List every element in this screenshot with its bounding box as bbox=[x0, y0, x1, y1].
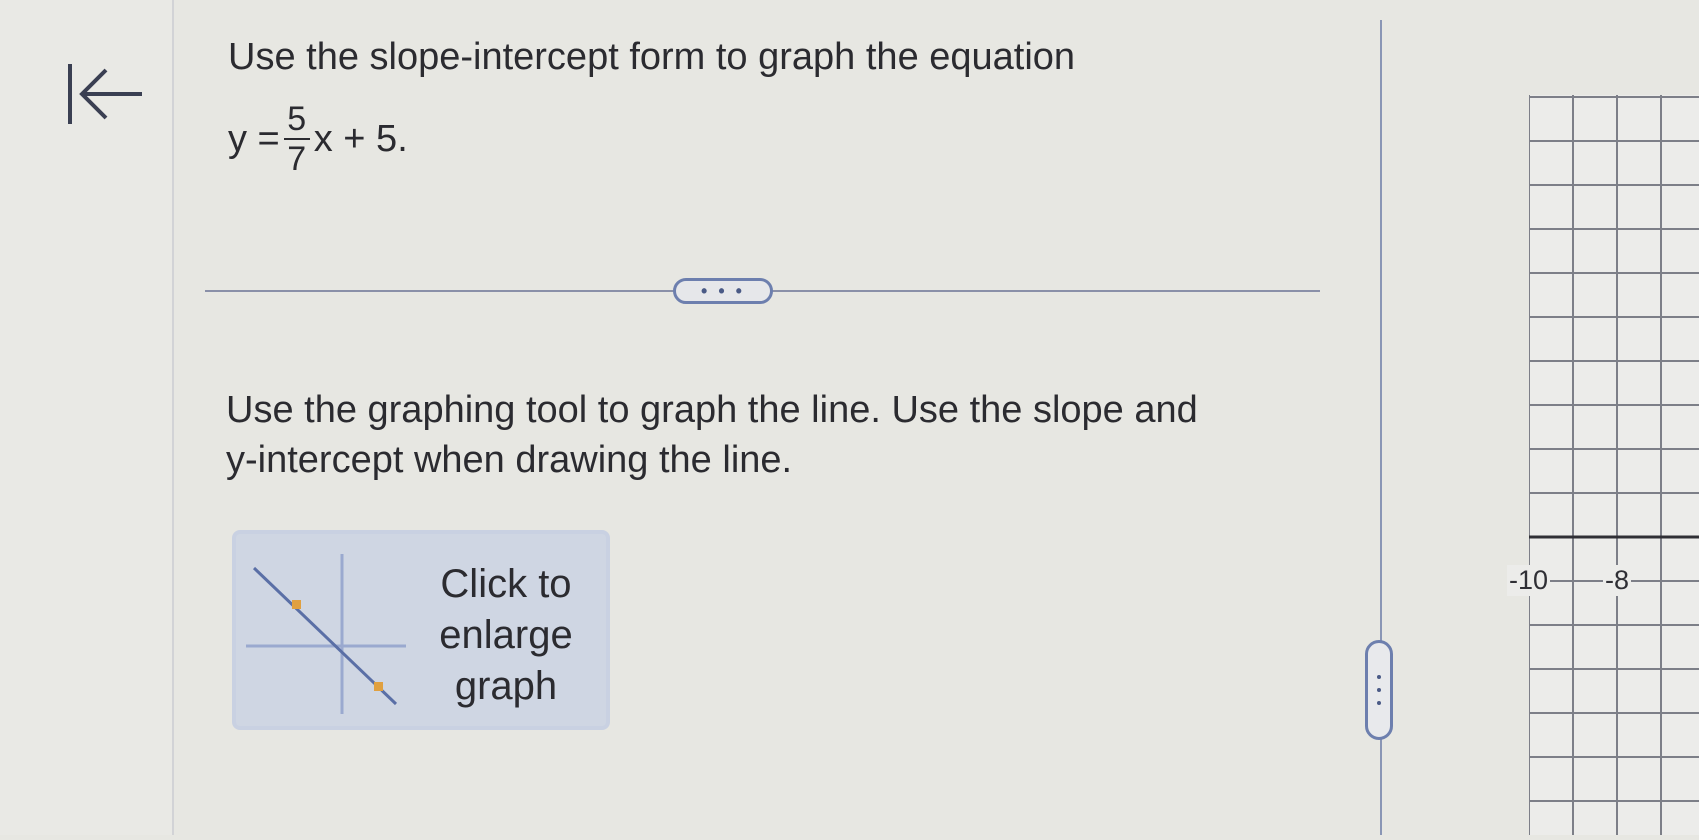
graph-panel[interactable]: -10 -8 bbox=[1507, 95, 1699, 835]
fraction-denominator: 7 bbox=[287, 140, 307, 178]
back-to-start-button[interactable] bbox=[64, 62, 146, 126]
enlarge-label-line-2: enlarge bbox=[439, 613, 573, 657]
slope-fraction: 5 7 bbox=[283, 100, 310, 178]
enlarge-graph-button[interactable]: Click to enlarge graph bbox=[232, 530, 610, 730]
x-tick-label: -10 bbox=[1507, 565, 1551, 596]
x-tick-label: -8 bbox=[1603, 565, 1632, 596]
equation-lhs: y = bbox=[228, 117, 280, 160]
equation-rhs: x + 5. bbox=[313, 117, 408, 160]
enlarge-label-line-1: Click to bbox=[440, 562, 572, 606]
enlarge-label-line-3: graph bbox=[454, 664, 558, 708]
expand-more-button[interactable]: • • • bbox=[673, 278, 773, 304]
graph-thumbnail-icon bbox=[246, 554, 406, 714]
drag-handle-icon bbox=[1377, 701, 1381, 705]
drag-handle-icon bbox=[1377, 675, 1381, 679]
instructions-text: Use the graphing tool to graph the line.… bbox=[226, 389, 1198, 481]
equation: y = 5 7 x + 5. bbox=[228, 84, 408, 194]
question-prompt: Use the slope-intercept form to graph th… bbox=[228, 36, 1076, 78]
fraction-numerator: 5 bbox=[287, 100, 307, 138]
drag-handle-icon bbox=[1377, 688, 1381, 692]
splitter-handle[interactable] bbox=[1365, 640, 1393, 740]
graph-grid bbox=[1528, 95, 1699, 835]
enlarge-graph-label: Click to enlarge graph bbox=[411, 559, 601, 712]
back-to-start-icon bbox=[68, 64, 142, 124]
